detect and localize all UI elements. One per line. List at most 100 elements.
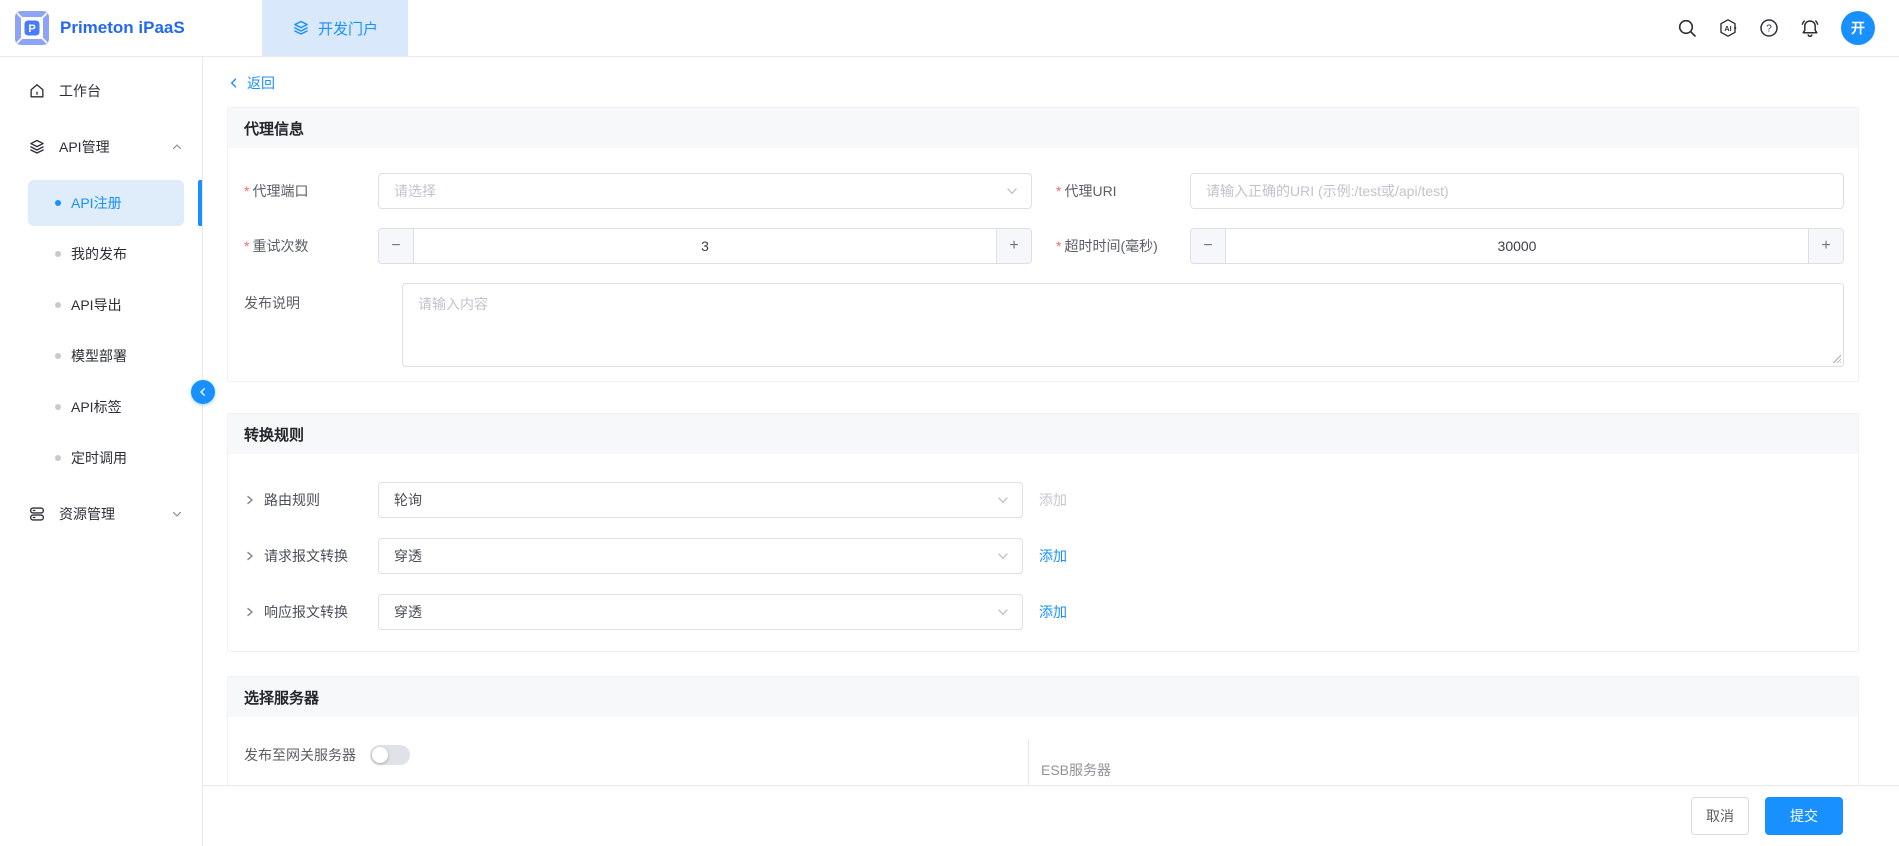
bullet-dot xyxy=(55,353,61,359)
select-placeholder: 请选择 xyxy=(394,181,436,201)
sidebar-item-api-register[interactable]: API注册 xyxy=(28,180,184,226)
add-request-transform-link[interactable]: 添加 xyxy=(1039,546,1067,566)
chevron-right-icon[interactable] xyxy=(244,550,256,562)
brand-name: Primeton iPaaS xyxy=(60,18,185,38)
chevron-right-icon[interactable] xyxy=(244,606,256,618)
chevron-left-icon xyxy=(227,76,241,90)
field-label-proxy-uri: *代理URI xyxy=(1056,181,1190,201)
gateway-server-toggle[interactable] xyxy=(370,745,410,765)
required-asterisk: * xyxy=(244,238,249,254)
request-transform-row: 请求报文转换 穿透 添加 xyxy=(244,538,1844,574)
chevron-right-icon[interactable] xyxy=(244,494,256,506)
required-asterisk: * xyxy=(1056,238,1061,254)
field-label-route-rule: 路由规则 xyxy=(244,490,378,510)
route-rule-row: 路由规则 轮询 添加 xyxy=(244,482,1844,518)
sidebar-item-scheduled-call[interactable]: 定时调用 xyxy=(28,435,184,481)
response-transform-row: 响应报文转换 穿透 添加 xyxy=(244,594,1844,630)
sidebar-item-resource-management[interactable]: 资源管理 xyxy=(0,486,202,542)
primeton-logo-icon: P xyxy=(14,10,50,46)
sidebar-item-label: API注册 xyxy=(71,193,122,213)
svg-text:P: P xyxy=(28,23,35,35)
decrement-button[interactable]: − xyxy=(379,229,414,263)
field-label-retry-count: *重试次数 xyxy=(244,236,378,256)
sidebar-item-api-management[interactable]: API管理 xyxy=(0,119,202,175)
sidebar-item-label: 定时调用 xyxy=(71,448,127,468)
bullet-dot xyxy=(55,404,61,410)
route-rule-select[interactable]: 轮询 xyxy=(378,482,1023,518)
user-avatar[interactable]: 开 xyxy=(1841,11,1875,45)
required-asterisk: * xyxy=(244,183,249,199)
bullet-dot xyxy=(55,302,61,308)
select-value: 轮询 xyxy=(394,490,422,510)
ai-assistant-icon[interactable]: AI xyxy=(1718,18,1738,38)
response-transform-select[interactable]: 穿透 xyxy=(378,594,1023,630)
action-bar: 取消 提交 xyxy=(203,785,1899,846)
chevron-left-icon xyxy=(197,386,209,398)
back-label: 返回 xyxy=(247,73,275,93)
bell-icon[interactable] xyxy=(1800,18,1820,38)
header-actions: AI ? 开 xyxy=(1677,0,1899,56)
field-label-esb-server: ESB服务器 xyxy=(1041,762,1111,778)
sidebar-item-model-deploy[interactable]: 模型部署 xyxy=(28,333,184,379)
sidebar-item-workbench[interactable]: 工作台 xyxy=(0,63,202,119)
chevron-down-icon xyxy=(996,493,1010,507)
chevron-down-icon xyxy=(170,507,184,521)
esb-server-pane: ESB服务器 xyxy=(1028,739,1858,785)
back-link[interactable]: 返回 xyxy=(227,71,275,95)
request-transform-select[interactable]: 穿透 xyxy=(378,538,1023,574)
sidebar-item-label: API导出 xyxy=(71,295,122,315)
layers-icon xyxy=(28,138,46,156)
sidebar-item-my-publish[interactable]: 我的发布 xyxy=(28,231,184,277)
sidebar-item-api-tags[interactable]: API标签 xyxy=(28,384,184,430)
toggle-knob xyxy=(372,747,388,763)
help-icon[interactable]: ? xyxy=(1759,18,1779,38)
increment-button[interactable]: + xyxy=(996,229,1031,263)
section-title: 代理信息 xyxy=(228,108,1858,148)
database-icon xyxy=(28,505,46,523)
field-label-publish-note: 发布说明 xyxy=(244,283,378,313)
proxy-info-section: 代理信息 *代理端口 请选择 xyxy=(227,107,1859,382)
add-response-transform-link[interactable]: 添加 xyxy=(1039,602,1067,622)
timeout-input[interactable] xyxy=(1226,229,1808,263)
cancel-button[interactable]: 取消 xyxy=(1691,797,1749,835)
active-menu-indicator xyxy=(198,180,202,226)
search-icon[interactable] xyxy=(1677,18,1697,38)
decrement-button[interactable]: − xyxy=(1191,229,1226,263)
select-value: 穿透 xyxy=(394,602,422,622)
svg-text:?: ? xyxy=(1766,24,1772,35)
field-label-request-transform: 请求报文转换 xyxy=(244,546,378,566)
chevron-down-icon xyxy=(1005,184,1019,198)
tab-developer-portal[interactable]: 开发门户 xyxy=(262,0,408,56)
sidebar-item-label: 模型部署 xyxy=(71,346,127,366)
server-select-section: 选择服务器 发布至网关服务器 ESB服务器 xyxy=(227,676,1859,785)
proxy-uri-input[interactable] xyxy=(1191,174,1843,208)
sidebar-item-api-export[interactable]: API导出 xyxy=(28,282,184,328)
section-title: 选择服务器 xyxy=(228,677,1858,717)
sidebar-item-label: API管理 xyxy=(59,137,110,157)
sidebar-collapse-button[interactable] xyxy=(191,380,215,404)
app-window: P Primeton iPaaS 开发门户 AI ? xyxy=(0,0,1899,846)
add-route-rule-link: 添加 xyxy=(1039,490,1067,510)
sidebar-item-label: 我的发布 xyxy=(71,244,127,264)
increment-button[interactable]: + xyxy=(1808,229,1843,263)
submit-button[interactable]: 提交 xyxy=(1765,797,1843,835)
home-icon xyxy=(28,82,46,100)
retry-count-stepper: − + xyxy=(378,228,1032,264)
publish-note-textarea[interactable] xyxy=(402,283,1844,367)
layers-icon xyxy=(292,19,310,37)
sidebar-nav: 工作台 API管理 API注册 我的发布 xyxy=(0,57,203,846)
sidebar-item-label: 资源管理 xyxy=(59,504,115,524)
top-header: P Primeton iPaaS 开发门户 AI ? xyxy=(0,0,1899,57)
required-asterisk: * xyxy=(1056,183,1061,199)
sidebar-item-label: 工作台 xyxy=(59,81,101,101)
field-label-proxy-port: *代理端口 xyxy=(244,181,378,201)
timeout-stepper: − + xyxy=(1190,228,1844,264)
field-label-timeout: *超时时间(毫秒) xyxy=(1056,236,1190,256)
chevron-down-icon xyxy=(996,549,1010,563)
proxy-port-select[interactable]: 请选择 xyxy=(378,173,1032,209)
bullet-dot xyxy=(55,251,61,257)
svg-text:AI: AI xyxy=(1724,24,1731,33)
chevron-down-icon xyxy=(996,605,1010,619)
field-label-gateway-server: 发布至网关服务器 xyxy=(244,745,356,765)
retry-count-input[interactable] xyxy=(414,229,996,263)
